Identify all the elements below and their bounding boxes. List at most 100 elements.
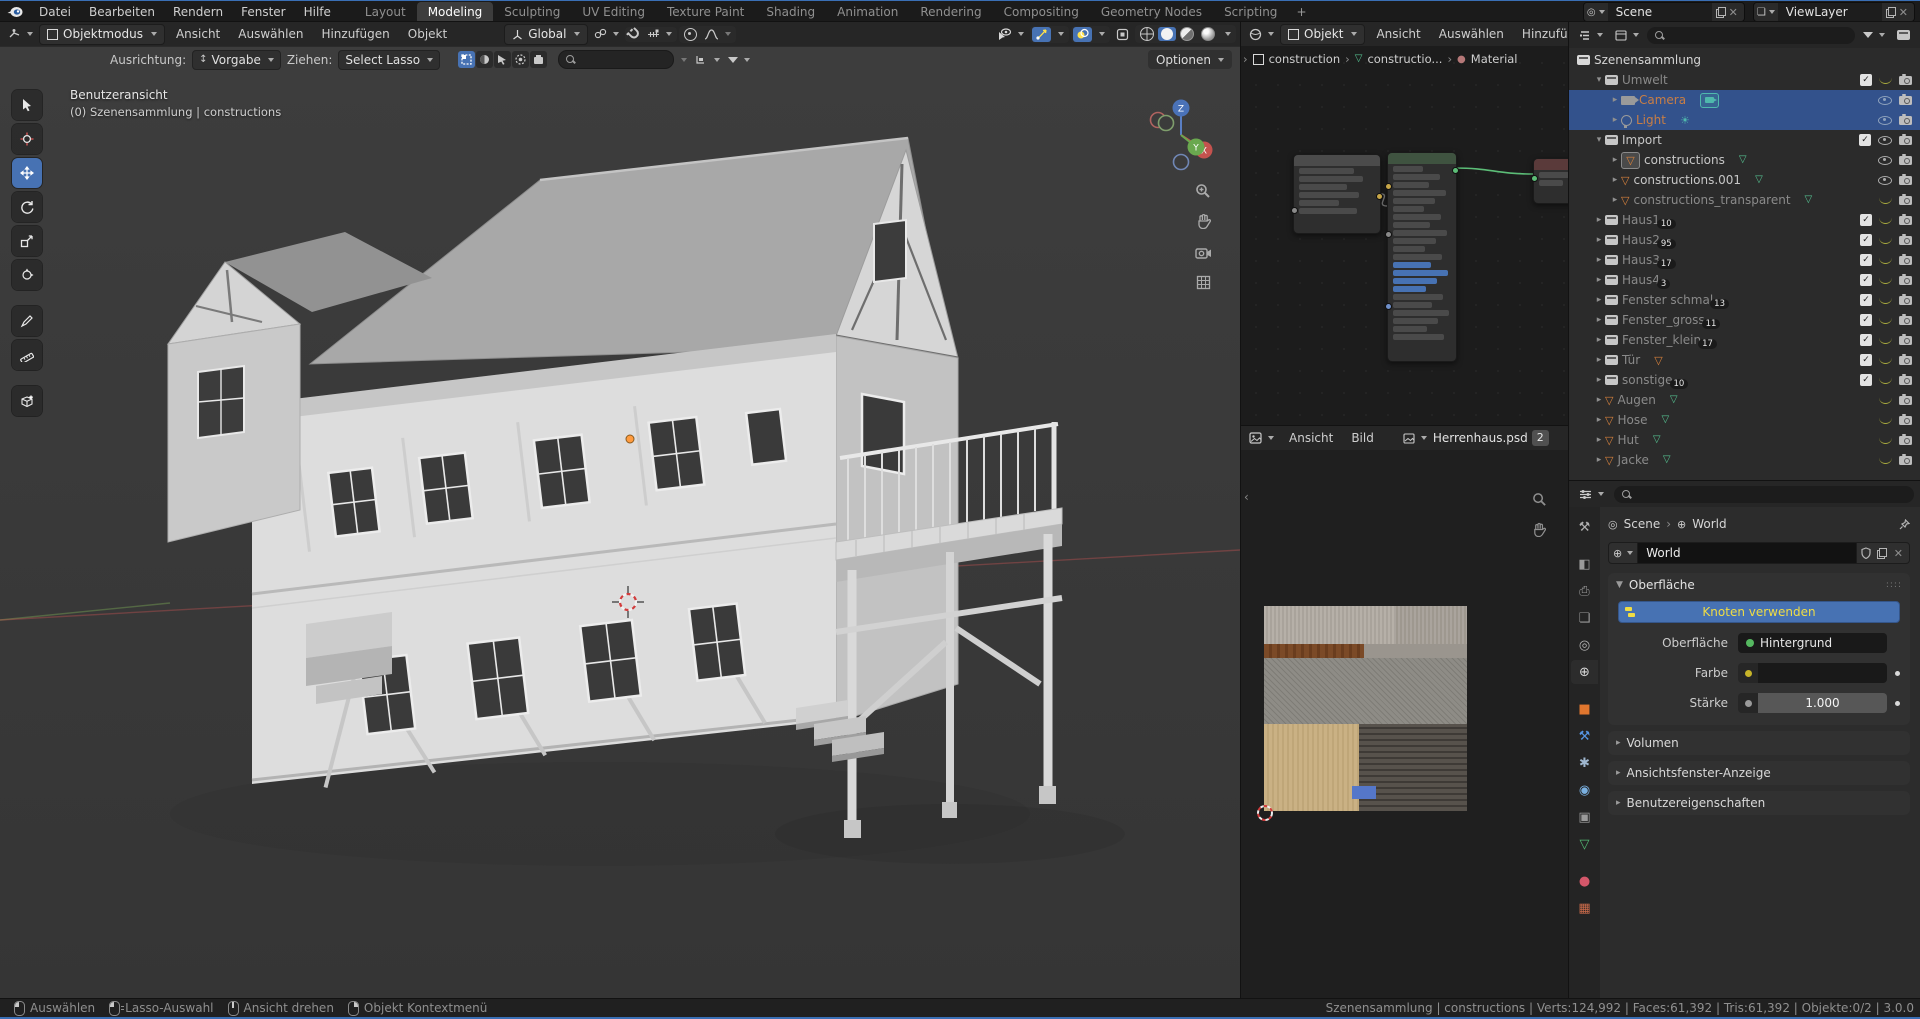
outliner-row-fenster-gross[interactable]: ▸Fenster_gross11✓ [1569, 310, 1920, 330]
properties-tab-scene[interactable]: ◎ [1571, 633, 1598, 657]
options-button[interactable]: Optionen [1148, 50, 1232, 69]
hidden-eye-icon[interactable] [1879, 396, 1892, 404]
select-mode-intersect[interactable] [530, 51, 547, 68]
outliner-row-jacke[interactable]: ▸▽Jacke▽ [1569, 450, 1920, 470]
properties-tab-particles[interactable]: ✱ [1571, 751, 1598, 775]
properties-tab-object[interactable]: ■ [1571, 697, 1598, 721]
hidden-eye-icon[interactable] [1879, 456, 1892, 464]
hidden-eye-icon[interactable] [1879, 356, 1892, 364]
outliner-row-constructions-transparent[interactable]: ▸▽constructions_transparent▽ [1569, 190, 1920, 210]
viewlayer-selector[interactable]: ❏ ViewLayer ✕ [1753, 2, 1915, 22]
outliner-row-camera[interactable]: ▸Camera [1569, 90, 1920, 110]
gizmo-minus-y-axis[interactable] [1159, 116, 1174, 131]
disable-in-render-icon[interactable] [1899, 76, 1912, 85]
disable-in-render-icon[interactable] [1899, 276, 1912, 285]
disable-in-render-icon[interactable] [1899, 196, 1912, 205]
disable-in-render-icon[interactable] [1899, 456, 1912, 465]
tab-modeling[interactable]: Modeling [417, 2, 494, 23]
zoom-tool-icon[interactable] [1192, 180, 1214, 202]
new-world-icon[interactable] [1877, 548, 1886, 558]
outliner-options-dropdown[interactable] [1611, 29, 1643, 42]
tab-animation[interactable]: Animation [826, 2, 909, 23]
expand-arrow[interactable]: ▸ [1609, 195, 1621, 205]
collection-checkbox[interactable]: ✓ [1860, 274, 1872, 286]
select-mode-extend[interactable] [476, 51, 493, 68]
properties-tab-texture[interactable]: ▦ [1571, 896, 1598, 920]
disable-in-render-icon[interactable] [1899, 376, 1912, 385]
editor-type-button[interactable] [1575, 488, 1608, 501]
expand-arrow[interactable]: ▸ [1609, 155, 1621, 165]
object-type-visibility-dropdown[interactable] [993, 27, 1028, 42]
navigation-gizmo[interactable]: Z X Y [1138, 92, 1224, 178]
add-workspace-button[interactable]: + [1288, 5, 1314, 19]
properties-tab-world[interactable]: ⊕ [1571, 660, 1598, 684]
tool-move[interactable] [12, 158, 42, 188]
hidden-eye-icon[interactable] [1879, 416, 1892, 424]
disable-in-render-icon[interactable] [1899, 116, 1912, 125]
show-gizmo-toggle[interactable] [1032, 27, 1051, 42]
image-menu-ansicht[interactable]: Ansicht [1280, 431, 1342, 445]
panel-volumen[interactable]: ▸Volumen [1608, 731, 1910, 755]
disable-in-render-icon[interactable] [1899, 236, 1912, 245]
hidden-eye-icon[interactable] [1879, 236, 1892, 244]
world-name-field[interactable]: World [1638, 542, 1856, 564]
image-canvas[interactable]: ‹ [1241, 450, 1568, 999]
tool-tweak-select[interactable] [12, 90, 42, 120]
disable-in-render-icon[interactable] [1899, 356, 1912, 365]
editor-type-button[interactable] [1245, 431, 1278, 445]
outliner-row-umwelt[interactable]: ▾Umwelt✓ [1569, 70, 1920, 90]
collapse-arrow[interactable]: ▸ [1616, 738, 1621, 748]
tool-rotate[interactable] [12, 192, 42, 222]
hide-eye-icon[interactable] [1878, 176, 1892, 185]
unlink-scene-icon[interactable]: ✕ [1727, 6, 1740, 19]
shader-type-dropdown[interactable]: Objekt [1280, 24, 1365, 45]
expand-arrow[interactable]: ▸ [1593, 295, 1605, 305]
hidden-eye-icon[interactable] [1879, 76, 1892, 84]
collection-checkbox[interactable]: ✓ [1860, 214, 1872, 226]
collection-checkbox[interactable]: ✓ [1860, 74, 1872, 86]
editor-type-button[interactable] [1245, 27, 1278, 42]
tab-rendering[interactable]: Rendering [909, 2, 992, 23]
region-toggle-arrow[interactable]: ‹ [1244, 490, 1249, 504]
expand-arrow[interactable]: ▾ [1593, 135, 1605, 145]
filter-dropdown[interactable] [724, 56, 754, 64]
output-node[interactable] [1533, 158, 1568, 204]
browse-image-button[interactable] [1399, 432, 1431, 445]
tab-compositing[interactable]: Compositing [993, 2, 1090, 23]
disable-in-render-icon[interactable] [1899, 136, 1912, 145]
properties-tab-view-layer[interactable]: ❏ [1571, 606, 1598, 630]
texture-node[interactable] [1293, 154, 1381, 234]
menu-hilfe[interactable]: Hilfe [295, 5, 340, 19]
new-collection-button[interactable] [1893, 29, 1914, 41]
expand-arrow[interactable]: ▸ [1593, 435, 1605, 445]
properties-tab-material[interactable]: ● [1571, 869, 1598, 893]
pivot-point-dropdown[interactable] [590, 27, 623, 41]
collection-checkbox[interactable]: ✓ [1860, 354, 1872, 366]
outliner-row-haus1[interactable]: ▸Haus110✓ [1569, 210, 1920, 230]
collection-checkbox[interactable]: ✓ [1860, 314, 1872, 326]
outliner-row-constructions-001[interactable]: ▸▽constructions.001▽ [1569, 170, 1920, 190]
gizmo-minus-z-axis[interactable] [1174, 155, 1189, 170]
hidden-eye-icon[interactable] [1879, 436, 1892, 444]
outliner-row-sonstige[interactable]: ▸sonstige10✓ [1569, 370, 1920, 390]
expand-arrow[interactable]: ▸ [1593, 215, 1605, 225]
tool-measure[interactable] [12, 340, 42, 370]
camera-view-icon[interactable] [1192, 241, 1214, 263]
properties-tab-output[interactable]: ⎙ [1571, 579, 1598, 603]
perspective-toggle-icon[interactable] [1192, 271, 1214, 293]
texture-image[interactable] [1264, 606, 1467, 811]
properties-tab-physics[interactable]: ◉ [1571, 778, 1598, 802]
outliner-row-haus4[interactable]: ▸Haus43✓ [1569, 270, 1920, 290]
browse-world-button[interactable]: ⊕ [1608, 542, 1638, 564]
outliner-row-import[interactable]: ▾Import✓ [1569, 130, 1920, 150]
tool-transform[interactable] [12, 260, 42, 290]
menu-rendern[interactable]: Rendern [164, 5, 232, 19]
hidden-eye-icon[interactable] [1879, 336, 1892, 344]
collapse-arrow[interactable]: ▸ [1616, 798, 1621, 808]
hidden-eye-icon[interactable] [1879, 316, 1892, 324]
properties-search-input[interactable] [1614, 486, 1914, 503]
zoom-tool-icon[interactable] [1528, 488, 1550, 510]
collection-checkbox[interactable]: ✓ [1860, 334, 1872, 346]
hidden-eye-icon[interactable] [1879, 276, 1892, 284]
breadcrumb-world[interactable]: World [1692, 517, 1726, 531]
